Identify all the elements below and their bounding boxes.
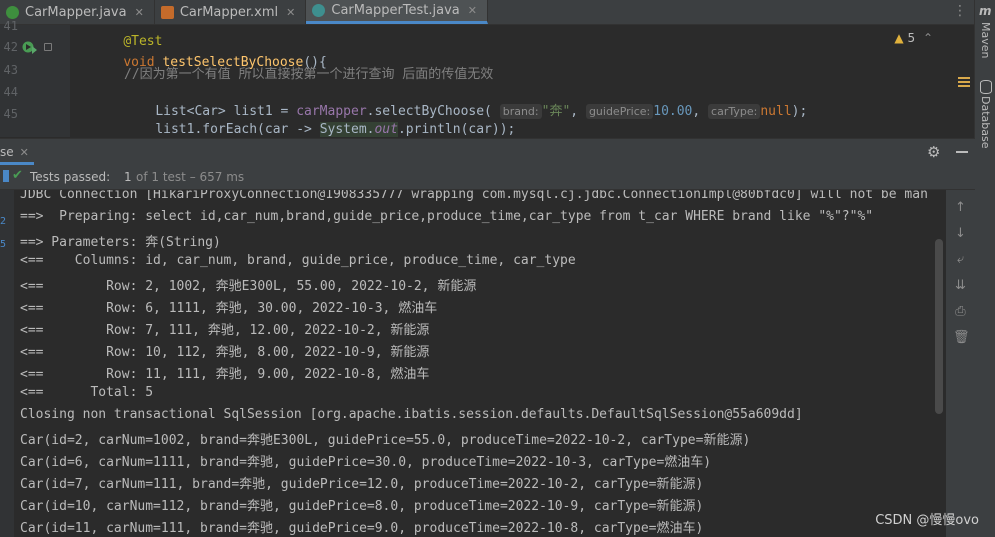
console-line: JDBC Connection [HikariProxyConnection@1… — [20, 190, 928, 202]
right-tool-strip: m Maven Database — [974, 0, 995, 537]
console-line: ==> Preparing: select id,car_num,brand,g… — [20, 209, 874, 224]
console-line: <== Row: 10, 112, 奔驰, 8.00, 2022-10-9, 新… — [20, 345, 430, 360]
fold-icon[interactable] — [44, 43, 52, 51]
java-class-icon — [6, 5, 19, 19]
maven-tool-button[interactable]: Maven — [979, 22, 992, 58]
console-line: Car(id=6, carNum=1111, brand=奔驰, guidePr… — [20, 455, 712, 470]
console-line: Car(id=10, carNum=112, brand=奔驰, guidePr… — [20, 499, 704, 514]
maven-icon[interactable]: m — [979, 4, 992, 18]
xml-file-icon — [160, 5, 174, 19]
console-output[interactable]: JDBC Connection [HikariProxyConnection@1… — [14, 190, 945, 537]
database-tool-button[interactable]: Database — [979, 96, 992, 149]
tab-label: CarMapper.java — [25, 4, 127, 20]
run-tab-label: se — [0, 145, 14, 159]
console-line: <== Row: 6, 1111, 奔驰, 30.00, 2022-10-3, … — [20, 301, 438, 316]
param-hint: carType: — [708, 104, 761, 119]
line-number: 45 — [3, 107, 18, 121]
console-line: Closing non transactional SqlSession [or… — [20, 407, 803, 422]
tests-passed-count: 1 — [124, 170, 132, 184]
gutter-mark: 2 — [0, 216, 7, 227]
code-comment: //因为第一个有值 所以直接按第一个进行查询 后面的传值无效 — [124, 67, 494, 82]
minimize-icon[interactable] — [956, 151, 968, 153]
static-field: out — [374, 122, 398, 137]
test-status-bar: ✔ Tests passed: 1 of 1 test – 657 ms — [0, 165, 975, 190]
console-line: <== Row: 2, 1002, 奔驰E300L, 55.00, 2022-1… — [20, 279, 477, 294]
line-number: 43 — [3, 63, 18, 77]
run-panel-header: se ✕ ⚙ — [0, 138, 975, 166]
gear-icon[interactable]: ⚙ — [927, 143, 940, 161]
line-number: 41 — [3, 19, 18, 33]
close-icon[interactable]: ✕ — [468, 4, 477, 17]
code-text: list1.forEach(car -> — [155, 122, 320, 137]
close-icon[interactable]: ✕ — [135, 6, 144, 19]
warning-icon: ▲ — [894, 31, 904, 45]
console-line: <== Row: 7, 111, 奔驰, 12.00, 2022-10-2, 新… — [20, 323, 430, 338]
tab-carmapper-xml[interactable]: CarMapper.xml ✕ — [155, 0, 307, 24]
chevron-up-icon[interactable]: ⌃ — [923, 31, 933, 45]
tab-carmappertest-java[interactable]: CarMapperTest.java ✕ — [306, 0, 488, 24]
check-icon: ✔ — [12, 168, 23, 183]
print-icon[interactable]: ⎙ — [953, 304, 968, 319]
number-arg: 10.00 — [653, 104, 693, 119]
param-hint: guidePrice: — [585, 104, 654, 119]
tab-label: CarMapperTest.java — [331, 3, 460, 18]
tests-passed-label: Tests passed: — [30, 170, 111, 184]
console-toolbar: ↑ ↓ ⤶ ⇊ ⎙ 🗑 — [946, 190, 975, 537]
run-tab[interactable]: se ✕ — [0, 139, 34, 165]
system-class: System. — [319, 122, 375, 137]
arrow-down-icon[interactable]: ↓ — [953, 226, 968, 241]
code-editor[interactable]: 41 42 43 44 45 @Test void testSelectByCh… — [0, 19, 975, 137]
tests-summary: of 1 test – 657 ms — [136, 170, 245, 184]
console-line: Car(id=7, carNum=111, brand=奔驰, guidePri… — [20, 477, 704, 492]
console-line: ==> Parameters: 奔(String) — [20, 235, 221, 250]
collapse-tree-icon[interactable] — [3, 170, 9, 182]
string-arg: "奔" — [541, 104, 571, 119]
gutter-mark: 5 — [0, 239, 7, 250]
console-line: <== Total: 5 — [20, 385, 154, 400]
watermark: CSDN @慢慢ovo — [875, 513, 979, 528]
console-scrollbar[interactable] — [935, 239, 943, 414]
line-number: 42 — [3, 40, 18, 54]
line-number: 44 — [3, 85, 18, 99]
soft-wrap-icon[interactable]: ⤶ — [953, 252, 968, 267]
tabs-menu-icon[interactable]: ⋮ — [953, 3, 967, 19]
arrow-up-icon[interactable]: ↑ — [953, 200, 968, 215]
console-line: Car(id=2, carNum=1002, brand=奔驰E300L, gu… — [20, 433, 751, 448]
warnings-count: 5 — [907, 31, 916, 45]
console-line: <== Columns: id, car_num, brand, guide_p… — [20, 253, 576, 268]
warnings-indicator[interactable]: ▲ 5 ⌃ — [894, 31, 933, 45]
inspection-marker-icon[interactable] — [958, 77, 970, 89]
null-arg: null — [760, 104, 792, 119]
run-test-icon[interactable] — [22, 40, 38, 54]
code-text: ); — [791, 104, 808, 119]
console-left-gutter: 2 5 — [0, 190, 14, 537]
tab-label: CarMapper.xml — [179, 4, 279, 20]
code-text: .println(car)); — [397, 122, 516, 137]
close-icon[interactable]: ✕ — [20, 146, 29, 159]
trash-icon[interactable]: 🗑 — [953, 330, 970, 345]
test-class-icon — [312, 4, 326, 17]
close-icon[interactable]: ✕ — [286, 6, 295, 19]
database-icon — [980, 80, 992, 94]
editor-gutter: 41 42 43 44 45 — [0, 19, 70, 137]
console-line: <== Row: 11, 111, 奔驰, 9.00, 2022-10-8, 燃… — [20, 367, 430, 382]
scroll-to-end-icon[interactable]: ⇊ — [953, 278, 968, 293]
console-line: Car(id=11, carNum=111, brand=奔驰, guidePr… — [20, 521, 704, 536]
